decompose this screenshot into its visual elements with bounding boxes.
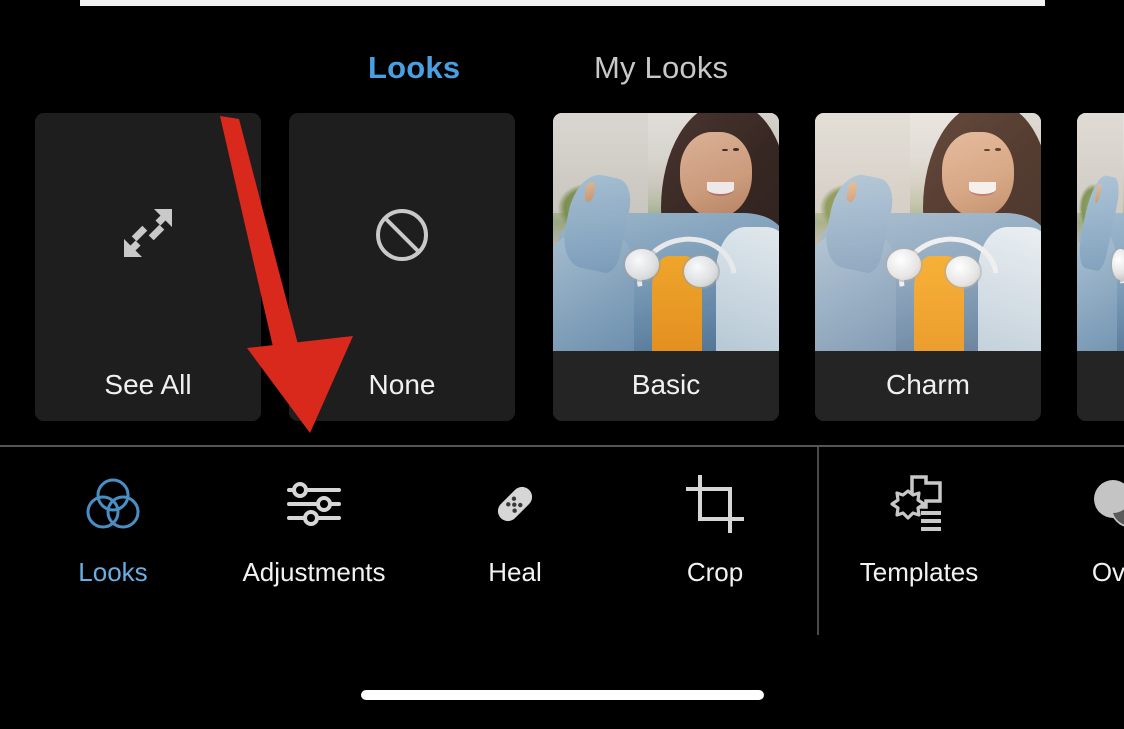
expand-arrows-icon xyxy=(124,209,172,257)
look-thumbnail xyxy=(815,113,1041,351)
look-card-charm[interactable]: Charm xyxy=(815,113,1041,421)
prohibition-icon xyxy=(376,209,428,261)
see-all-icon-area xyxy=(35,113,261,351)
look-card-basic[interactable]: Basic xyxy=(553,113,779,421)
toolbar-item-label: Heal xyxy=(488,557,542,587)
toolbar-item-overlays[interactable]: Over xyxy=(1020,473,1124,613)
look-card-next-partial[interactable] xyxy=(1077,113,1124,421)
look-thumbnail xyxy=(553,113,779,351)
toolbar-item-label: Templates xyxy=(859,557,979,587)
crop-icon xyxy=(684,473,746,535)
toolbar-item-label: Looks xyxy=(78,557,148,587)
toolbar-group-divider xyxy=(817,447,819,635)
look-card-label: Charm xyxy=(815,351,1041,421)
toolbar-item-label: Crop xyxy=(686,557,744,587)
tab-looks[interactable]: Looks xyxy=(368,42,460,94)
bottom-toolbar: Looks Adjustments Heal Crop Templates Ov xyxy=(0,447,1124,642)
sliders-icon xyxy=(283,473,345,535)
toolbar-item-adjustments[interactable]: Adjustments xyxy=(214,473,414,613)
look-card-see-all[interactable]: See All xyxy=(35,113,261,421)
toolbar-item-label: Adjustments xyxy=(242,557,386,587)
bandage-icon xyxy=(484,473,546,535)
look-card-none[interactable]: None xyxy=(289,113,515,421)
overlapping-circles-icon xyxy=(1089,473,1124,535)
none-icon-area xyxy=(289,113,515,351)
look-thumbnail xyxy=(1077,113,1124,351)
toolbar-item-crop[interactable]: Crop xyxy=(615,473,815,613)
toolbar-item-heal[interactable]: Heal xyxy=(415,473,615,613)
look-card-label: Basic xyxy=(553,351,779,421)
look-card-label: None xyxy=(289,351,515,421)
toolbar-item-templates[interactable]: Templates xyxy=(819,473,1019,613)
toolbar-item-looks[interactable]: Looks xyxy=(13,473,213,613)
looks-tab-strip: Looks My Looks xyxy=(0,42,1124,100)
looks-carousel[interactable]: See All None Basic Charm xyxy=(0,113,1124,421)
toolbar-item-label: Over xyxy=(1091,557,1124,587)
starburst-document-icon xyxy=(888,473,950,535)
look-card-label: See All xyxy=(35,351,261,421)
venn-three-circles-icon xyxy=(82,473,144,535)
look-card-label xyxy=(1077,351,1124,421)
looks-panel: Looks My Looks See All None Basic Charm xyxy=(0,6,1124,446)
tab-my-looks[interactable]: My Looks xyxy=(594,42,728,94)
home-indicator-bar xyxy=(361,690,764,700)
